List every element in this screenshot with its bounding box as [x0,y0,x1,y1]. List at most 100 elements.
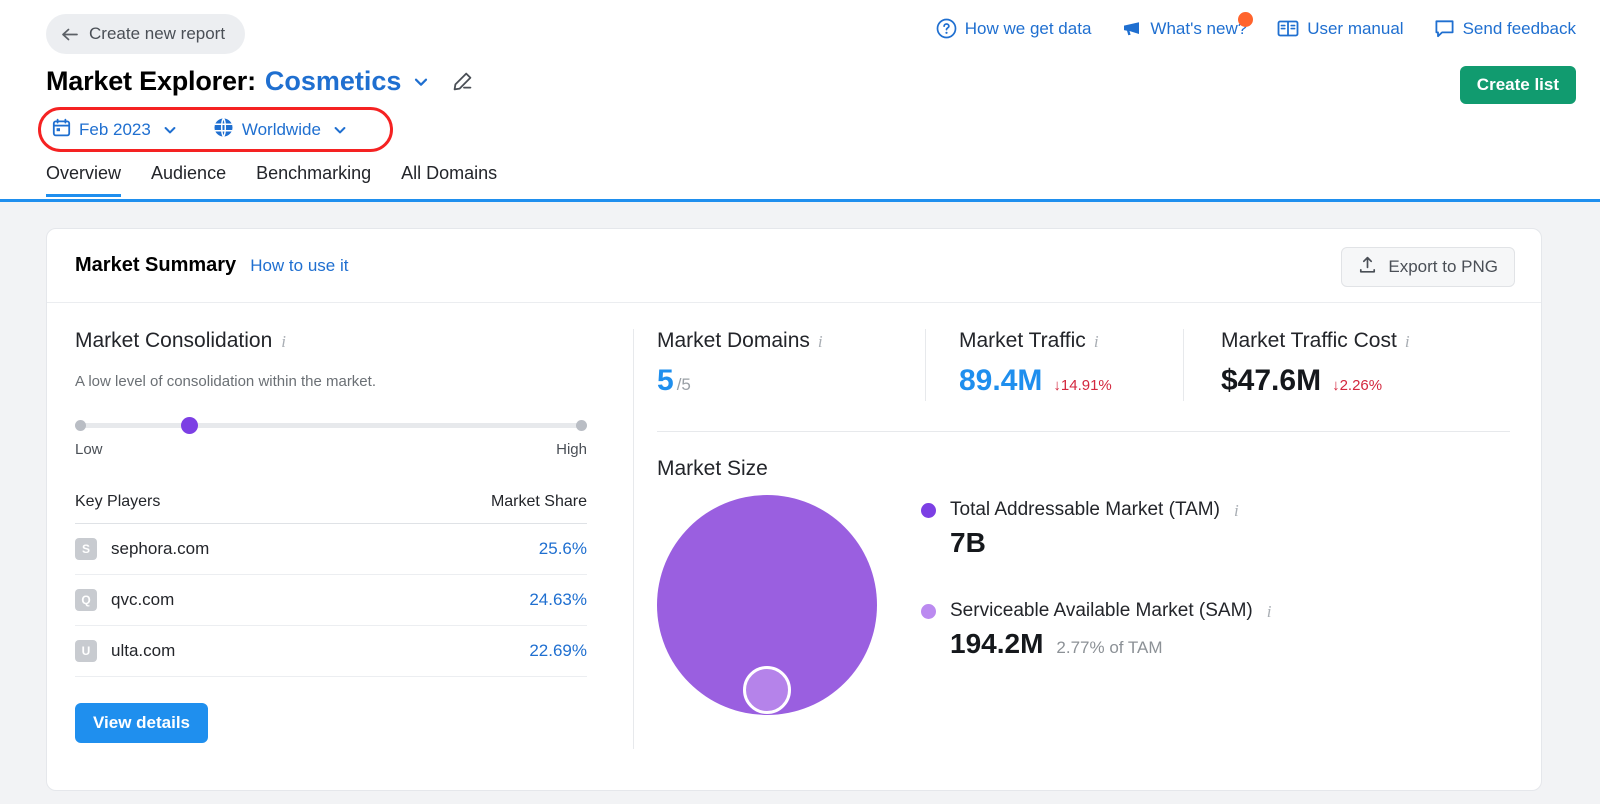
megaphone-icon [1121,18,1142,39]
arrow-left-icon [60,25,79,44]
pencil-icon[interactable] [451,70,474,93]
metric-market-domains-suffix: /5 [676,375,691,394]
info-icon[interactable]: i [1405,333,1410,350]
panel-divider [633,329,634,749]
info-icon[interactable]: i [818,333,823,350]
legend-label-tam: Total Addressable Market (TAM) [950,499,1220,520]
book-icon [1277,18,1299,39]
page-title-prefix: Market Explorer: [46,66,256,96]
globe-icon [213,117,234,143]
info-icon[interactable]: i [1094,333,1099,350]
market-share-value[interactable]: 25.6% [539,539,587,559]
create-list-button[interactable]: Create list [1459,66,1576,104]
tab-audience-label: Audience [151,163,227,183]
legend-dot-tam [921,502,936,518]
legend-label-sam: Serviceable Available Market (SAM) [950,600,1253,621]
info-icon[interactable]: i [1267,603,1272,620]
how-we-get-data-link[interactable]: How we get data [936,18,1091,39]
domain-name[interactable]: sephora.com [111,539,209,559]
market-consolidation-panel: Market Consolidation i A low level of co… [75,329,631,743]
tab-overview[interactable]: Overview [46,163,122,197]
column-header-key-players: Key Players [75,493,161,510]
metric-market-traffic-delta: ↓14.91% [1053,377,1112,394]
legend-dot-sam [921,603,936,619]
card-title: Market Summary [75,254,237,276]
page-body: Market Summary How to use it Export to P… [0,202,1600,804]
slider-track [75,423,587,428]
date-filter-label: Feb 2023 [79,119,151,139]
market-summary-card: Market Summary How to use it Export to P… [46,228,1542,791]
question-circle-icon [936,18,957,39]
slider-end-low [75,420,86,431]
favicon-icon: U [75,640,97,662]
header-links: How we get data What's new? User manual … [936,12,1576,39]
metric-market-traffic-cost-delta: ↓2.26% [1332,377,1383,394]
create-new-report-label: Create new report [89,24,226,43]
table-row[interactable]: Q qvc.com 24.63% [75,575,587,626]
metric-market-domains-label: Market Domains [657,329,810,352]
whats-new-label: What's new? [1150,18,1248,38]
market-size-legend: Total Addressable Market (TAM) i 7B Serv… [921,499,1271,660]
table-header: Key Players Market Share [75,493,587,524]
market-metrics-panel: Market Domains i 5 /5 Market Traffic i 8… [657,329,1517,735]
info-icon[interactable]: i [281,333,286,350]
tab-benchmarking-label: Benchmarking [256,163,372,183]
info-icon[interactable]: i [1234,502,1239,519]
market-share-value[interactable]: 24.63% [529,590,587,610]
how-to-use-it-link[interactable]: How to use it [250,256,348,276]
slider-end-high [576,420,587,431]
send-feedback-link[interactable]: Send feedback [1434,18,1576,39]
slider-thumb[interactable] [181,417,198,434]
legend-value-tam: 7B [950,527,986,558]
chevron-down-icon[interactable] [412,73,430,91]
metrics-divider [657,431,1510,432]
legend-item-tam: Total Addressable Market (TAM) i 7B [921,499,1271,559]
consolidation-slider[interactable] [75,417,587,434]
market-size-chart: Total Addressable Market (TAM) i 7B Serv… [657,495,1517,735]
tab-audience[interactable]: Audience [151,163,226,197]
whats-new-badge-dot [1238,12,1254,27]
metric-market-domains: Market Domains i 5 /5 [657,329,925,398]
metric-market-traffic-label: Market Traffic [959,329,1086,352]
export-to-png-button[interactable]: Export to PNG [1341,247,1515,287]
legend-note-sam: 2.77% of TAM [1056,638,1163,657]
market-share-value[interactable]: 22.69% [529,641,587,661]
user-manual-link[interactable]: User manual [1277,18,1404,39]
create-new-report-button[interactable]: Create new report [46,14,246,54]
chevron-down-icon [162,122,178,138]
table-row[interactable]: S sephora.com 25.6% [75,524,587,575]
whats-new-link[interactable]: What's new? [1121,12,1254,39]
view-details-button[interactable]: View details [75,703,209,743]
table-row[interactable]: U ulta.com 22.69% [75,626,587,677]
column-header-market-share: Market Share [490,493,587,510]
view-details-label: View details [93,713,191,732]
domain-name[interactable]: ulta.com [111,641,175,661]
domain-name[interactable]: qvc.com [111,590,174,610]
calendar-icon [52,118,71,142]
page-title: Market Explorer: Cosmetics [46,66,474,97]
favicon-icon: Q [75,589,97,611]
favicon-icon: S [75,538,97,560]
metric-market-traffic-cost-value: $47.6M [1221,364,1322,397]
slider-low-label: Low [75,441,103,458]
metric-market-traffic-cost-label: Market Traffic Cost [1221,329,1397,352]
legend-value-sam: 194.2M [950,628,1044,659]
market-consolidation-header: Market Consolidation i [75,329,631,353]
location-filter[interactable]: Worldwide [213,117,348,143]
tab-benchmarking[interactable]: Benchmarking [256,163,371,197]
slider-labels: Low High [75,441,587,458]
market-consolidation-title: Market Consolidation [75,329,273,352]
card-header: Market Summary How to use it Export to P… [47,229,1541,303]
tab-overview-label: Overview [46,163,122,183]
metric-market-domains-value: 5 [657,364,674,397]
market-size-title: Market Size [657,457,768,480]
metric-market-traffic-value: 89.4M [959,364,1043,397]
bubble-sam [743,666,791,714]
metric-market-traffic: Market Traffic i 89.4M ↓14.91% [925,329,1183,401]
main-tabs: Overview Audience Benchmarking All Domai… [46,163,497,197]
chevron-down-icon [332,122,348,138]
tab-all-domains[interactable]: All Domains [401,163,497,197]
date-filter[interactable]: Feb 2023 [52,118,178,142]
page-title-value[interactable]: Cosmetics [265,66,402,97]
metric-market-traffic-cost: Market Traffic Cost i $47.6M ↓2.26% [1183,329,1483,401]
